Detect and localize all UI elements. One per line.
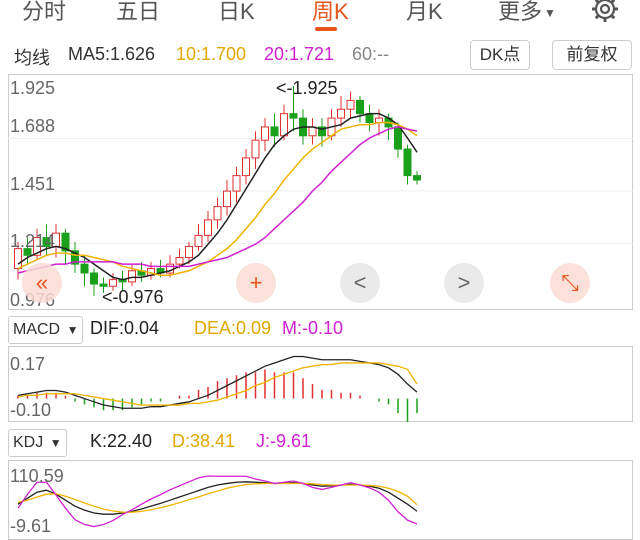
gear-icon[interactable] (590, 0, 620, 24)
caret-down-icon: ▼ (66, 323, 79, 337)
tab-intraday[interactable]: 分时 (22, 0, 66, 26)
kdj-select-label: KDJ (13, 434, 44, 452)
candle-body (204, 219, 212, 236)
caret-down-icon: ▼ (49, 436, 62, 450)
candle-body (80, 263, 89, 274)
candle-body (270, 126, 279, 137)
kdj-y-min: -9.61 (10, 516, 52, 536)
candle-body (175, 256, 184, 265)
candle-body (403, 148, 412, 177)
dk-point-button[interactable]: DK点 (470, 40, 530, 70)
period-tabs: 分时 五日 日K 周K 月K 更多 ▼ (0, 0, 640, 34)
kdj-j-line (17, 475, 418, 528)
candle-body (213, 206, 222, 221)
y-label-4: 1.214 (10, 231, 56, 251)
candle-body (413, 175, 421, 181)
candle-body (251, 139, 260, 159)
candle-body (356, 99, 364, 115)
tab-five-day[interactable]: 五日 (116, 0, 160, 26)
tab-more[interactable]: 更多 ▼ (498, 0, 556, 26)
candle-body (194, 234, 203, 247)
macd-dif-value: DIF:0.04 (90, 318, 160, 338)
macd-select-label: MACD (13, 321, 61, 339)
macd-dea-value: DEA:0.09 (194, 318, 272, 338)
tab-more-label: 更多 (498, 0, 543, 24)
candle-body (90, 272, 98, 285)
macd-y-min: -0.10 (10, 400, 52, 420)
candle-body (185, 245, 193, 258)
tab-monthly-k[interactable]: 月K (406, 0, 443, 26)
adjust-mode-button[interactable]: 前复权 (552, 40, 632, 70)
kdj-d-value: D:38.41 (172, 431, 236, 451)
ma-legend-row: 均线 MA5:1.626 10:1.700 20:1.721 60:-- (0, 40, 640, 72)
macd-chart[interactable] (8, 346, 633, 422)
kdj-k-value: K:22.40 (90, 431, 153, 451)
y-label-max: 1.925 (10, 78, 56, 98)
candle-body (128, 270, 136, 283)
caret-down-icon: ▼ (544, 6, 556, 21)
candle-body (242, 157, 250, 177)
macd-legend-row: MACD ▼ DIF:0.04 DEA:0.09 M:-0.10 (0, 316, 640, 344)
tab-weekly-k[interactable]: 周K (312, 0, 349, 26)
candle-body (289, 113, 298, 119)
low-price-annotation: <-0.976 (102, 287, 164, 307)
kdj-j-value: J:-9.61 (256, 431, 312, 451)
ma20-value: 20:1.721 (264, 44, 335, 64)
candle-body (99, 283, 108, 287)
scroll-left-button[interactable]: < (340, 263, 380, 303)
candle-body (232, 175, 241, 192)
kdj-legend-row: KDJ ▼ K:22.40 D:38.41 J:-9.61 (0, 429, 640, 457)
ma10-value: 10:1.700 (176, 44, 247, 64)
candle-body (394, 126, 402, 150)
macd-m-value: M:-0.10 (282, 318, 344, 338)
kdj-k-line (17, 481, 418, 515)
ma60-value: 60:-- (352, 44, 390, 64)
candle-body (280, 113, 288, 137)
kdj-indicator-select[interactable]: KDJ ▼ (8, 429, 67, 457)
kdj-chart[interactable] (8, 460, 633, 540)
zoom-in-button[interactable]: + (236, 263, 276, 303)
macd-y-max: 0.17 (10, 354, 46, 374)
ma-type-label[interactable]: 均线 (14, 44, 50, 70)
candle-body (346, 99, 355, 110)
candle-body (337, 108, 345, 119)
kdj-y-max: 110.59 (10, 466, 64, 486)
macd-indicator-select[interactable]: MACD ▼ (8, 316, 84, 344)
fullscreen-button[interactable]: ⤡ (550, 263, 590, 303)
scroll-start-button[interactable]: « (22, 263, 62, 303)
ma5-value: MA5:1.626 (68, 44, 156, 64)
y-label-2: 1.688 (10, 116, 56, 136)
y-label-3: 1.451 (10, 174, 56, 194)
candle-body (261, 126, 269, 141)
candle-body (109, 279, 117, 287)
candle-body (223, 190, 231, 208)
tab-daily-k[interactable]: 日K (218, 0, 255, 26)
high-price-annotation: <-1.925 (276, 78, 338, 98)
candlestick-chart[interactable] (8, 74, 633, 310)
scroll-right-button[interactable]: > (444, 263, 484, 303)
active-tab-indicator (315, 27, 337, 31)
